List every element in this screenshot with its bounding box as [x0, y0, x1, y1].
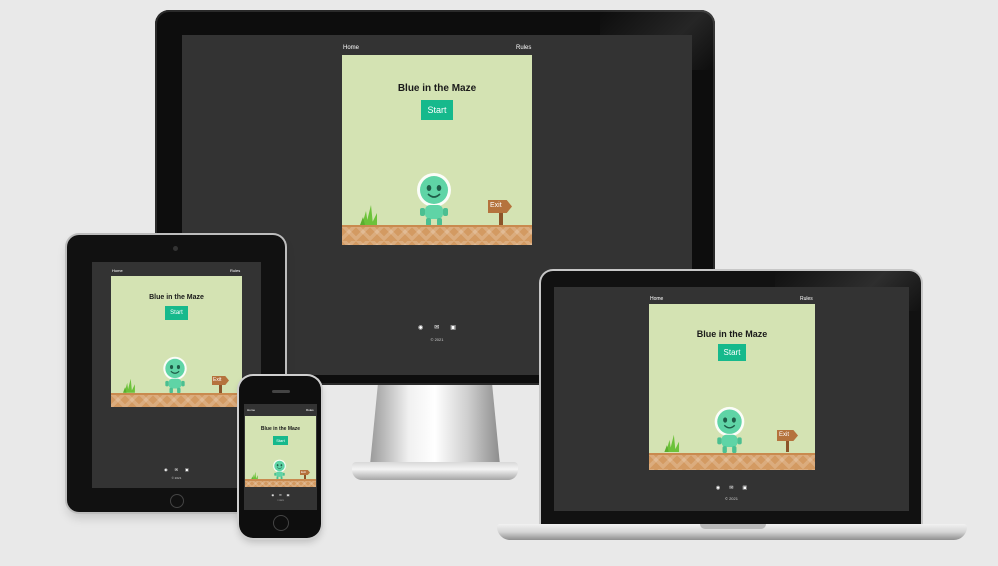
nav-home-link[interactable]: Home	[343, 45, 359, 51]
alien-character-icon	[273, 459, 286, 480]
laptop-screen: Home Rules Blue in the Maze Start Exit ◉…	[554, 287, 909, 511]
start-button[interactable]: Start	[421, 100, 453, 120]
game-title: Blue in the Maze	[696, 329, 768, 339]
copyright-text: © 2021	[725, 496, 738, 501]
email-icon[interactable]: ✉	[729, 485, 733, 491]
nav-home-link[interactable]: Home	[650, 296, 663, 302]
start-button[interactable]: Start	[718, 344, 746, 361]
exit-sign: Exit	[212, 374, 231, 393]
exit-sign-label: Exit	[301, 470, 307, 474]
linkedin-icon[interactable]: ▣	[185, 467, 189, 472]
game-title: Blue in the Maze	[397, 83, 477, 94]
exit-sign: Exit	[488, 197, 516, 225]
email-icon[interactable]: ✉	[175, 467, 178, 472]
start-button[interactable]: Start	[165, 306, 188, 320]
tablet-camera	[173, 246, 178, 251]
game-title: Blue in the Maze	[260, 426, 301, 432]
exit-sign: Exit	[777, 428, 801, 452]
footer-icons: ◉ ✉ ▣	[92, 467, 261, 472]
exit-sign-label: Exit	[490, 202, 502, 209]
alien-character-icon	[163, 356, 187, 394]
monitor-stand-neck	[370, 385, 500, 465]
exit-sign-label: Exit	[213, 377, 222, 383]
monitor-stand-base	[352, 462, 518, 480]
game-title: Blue in the Maze	[149, 294, 204, 301]
github-icon[interactable]: ◉	[164, 467, 168, 472]
phone-home-button	[273, 515, 289, 531]
copyright-text: © 2021	[171, 476, 182, 480]
ground	[342, 225, 532, 245]
phone-screen: Home Rules Blue in the Maze Start Exit ◉…	[244, 404, 317, 510]
ground	[245, 479, 316, 487]
exit-sign-label: Exit	[779, 432, 790, 438]
game-panel: Blue in the Maze Start Exit	[342, 55, 532, 245]
tablet-screen: Home Rules Blue in the Maze Start Exit ◉…	[92, 262, 261, 488]
nav-rules-link[interactable]: Rules	[230, 268, 240, 273]
linkedin-icon[interactable]: ▣	[742, 485, 747, 491]
start-button[interactable]: Start	[273, 436, 288, 445]
game-panel: Blue in the Maze Start Exit	[245, 416, 316, 487]
nav-home-link[interactable]: Home	[247, 408, 255, 412]
github-icon[interactable]: ◉	[272, 493, 275, 497]
github-icon[interactable]: ◉	[716, 485, 720, 491]
ground	[111, 393, 242, 407]
phone-speaker	[272, 390, 290, 393]
ground	[649, 453, 815, 470]
grass-icon	[664, 434, 680, 452]
grass-icon	[360, 205, 377, 225]
linkedin-icon[interactable]: ▣	[287, 493, 290, 497]
email-icon[interactable]: ✉	[434, 324, 439, 331]
nav-rules-link[interactable]: Rules	[516, 45, 531, 51]
nav-rules-link[interactable]: Rules	[306, 408, 314, 412]
linkedin-icon[interactable]: ▣	[450, 324, 456, 331]
footer-icons: ◉ ✉ ▣	[554, 485, 909, 491]
laptop-notch	[700, 524, 766, 529]
email-icon[interactable]: ✉	[279, 493, 282, 497]
grass-icon	[123, 378, 135, 393]
tablet-home-button	[170, 494, 184, 508]
footer-icons: ◉ ✉ ▣	[244, 493, 317, 497]
copyright-text: © 2021	[277, 500, 284, 502]
nav-home-link[interactable]: Home	[112, 268, 123, 273]
game-panel: Blue in the Maze Start Exit	[649, 304, 815, 470]
alien-character-icon	[417, 173, 451, 226]
github-icon[interactable]: ◉	[418, 324, 423, 331]
nav-rules-link[interactable]: Rules	[800, 296, 813, 302]
alien-character-icon	[714, 406, 745, 454]
game-panel: Blue in the Maze Start Exit	[111, 276, 242, 407]
